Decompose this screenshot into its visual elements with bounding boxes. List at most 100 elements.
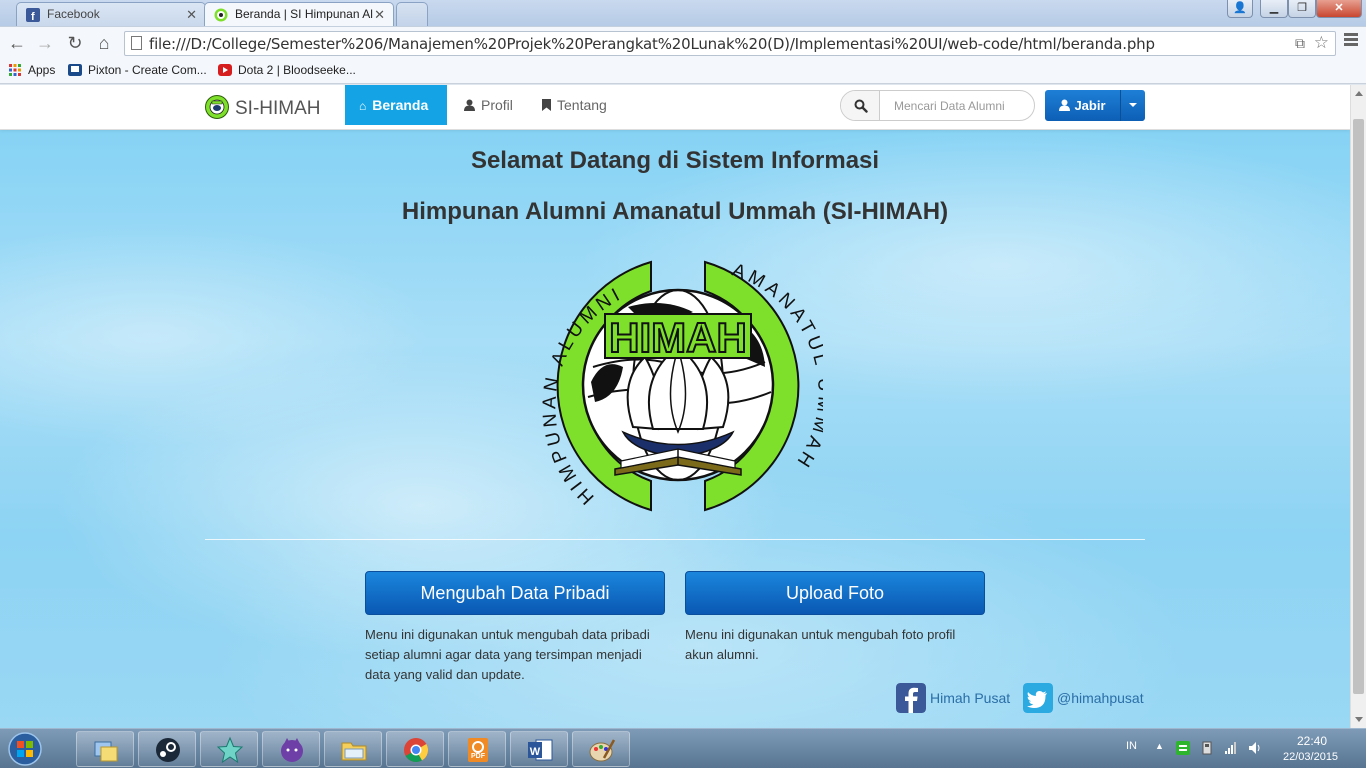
bookmark-icon [542,99,551,111]
dropdown-caret-icon[interactable] [1129,103,1137,107]
facebook-link[interactable]: Himah Pusat [896,683,1010,715]
search-icon [854,99,868,113]
paint-icon [589,739,616,762]
signal-strength-icon[interactable] [1224,741,1238,755]
page-scrollbar[interactable] [1350,85,1366,728]
svg-text:W: W [530,746,541,758]
emblem-center-text: HIMAH [609,314,747,361]
taskbar-folder[interactable] [324,731,382,767]
youtube-icon [218,64,232,76]
himah-logo-icon [205,95,229,119]
divider [205,539,1145,540]
bookmark-dota[interactable]: Dota 2 | Bloodseeke... [218,63,356,77]
tab-title: Beranda | SI Himpunan Al [235,7,373,21]
nav-label: Tentang [557,97,607,113]
bookmark-pixton[interactable]: Pixton - Create Com... [68,63,207,77]
user-name: Jabir [1074,98,1106,113]
taskbar-star-app[interactable] [200,731,258,767]
search-input[interactable] [881,91,1031,120]
pixton-icon [68,64,82,76]
close-tab-icon[interactable]: ✕ [374,7,385,23]
facebook-favicon-icon: f [26,8,40,22]
bookmarks-bar: Apps Pixton - Create Com... Dota 2 | Blo… [0,60,1366,84]
nav-profil[interactable]: Profil [450,85,530,125]
tab-title: Facebook [47,7,100,21]
edit-personal-data-button[interactable]: Mengubah Data Pribadi [365,571,665,615]
scroll-up-arrow-icon[interactable] [1355,91,1363,96]
translate-icon[interactable]: ⧉ [1295,35,1305,52]
site-navbar: SI-HIMAH ⌂ Beranda Profil Tentang Jabir [0,85,1350,130]
search-button[interactable] [841,91,880,120]
taskbar-chrome[interactable] [386,731,444,767]
taskbar-explorer[interactable] [76,731,134,767]
scrollbar-thumb[interactable] [1353,119,1364,694]
facebook-icon [896,683,926,713]
nav-tentang[interactable]: Tentang [528,85,628,125]
browser-menu-icon[interactable] [1344,33,1358,48]
tab-beranda[interactable]: Beranda | SI Himpunan Al ✕ [204,2,394,26]
tray-expand-icon[interactable]: ▲ [1155,741,1164,751]
search-group [840,90,1035,121]
browser-tab-strip: f Facebook ✕ Beranda | SI Himpunan Al ✕ … [0,0,1366,26]
user-button-label[interactable]: Jabir [1045,90,1121,121]
new-tab-button[interactable] [396,2,428,26]
reload-icon[interactable]: ↻ [64,32,86,54]
clock-date[interactable]: 22/03/2015 [1283,751,1338,763]
svg-text:PDF: PDF [471,753,486,760]
taskbar-word[interactable]: W [510,731,568,767]
himah-emblem: HIMPUNAN ALUMNI AMANATUL UMMAH HIMAH [539,260,823,512]
brand[interactable]: SI-HIMAH [205,95,321,120]
bookmark-apps[interactable]: Apps [8,63,55,77]
page-icon [131,36,142,50]
url-text[interactable]: file:///D:/College/Semester%206/Manajeme… [149,35,1155,53]
tray-app-icon[interactable] [1176,741,1190,755]
close-tab-icon[interactable]: ✕ [186,7,197,23]
language-indicator[interactable]: IN [1126,740,1137,752]
taskbar-steam[interactable] [138,731,196,767]
taskbar-pdf[interactable]: PDF [448,731,506,767]
page-title-line-2: Himpunan Alumni Amanatul Ummah (SI-HIMAH… [401,198,949,225]
address-bar[interactable]: file:///D:/College/Semester%206/Manajeme… [124,31,1336,56]
svg-text:f: f [31,11,35,22]
back-arrow-icon[interactable]: ← [6,32,28,54]
twitter-icon [1023,683,1053,713]
windows-start-icon[interactable] [6,731,44,767]
upload-photo-description: Menu ini digunakan untuk mengubah foto p… [685,627,956,662]
taskbar-paint[interactable] [572,731,630,767]
tab-facebook[interactable]: f Facebook ✕ [16,2,206,26]
page-viewport: SI-HIMAH ⌂ Beranda Profil Tentang Jabir [0,85,1350,728]
home-icon: ⌂ [359,99,367,113]
chrome-icon [404,738,429,763]
himah-favicon-icon [214,8,228,22]
steam-icon [156,738,180,762]
nav-label: Beranda [372,97,429,113]
usb-device-icon[interactable] [1200,741,1214,755]
page-title-line-1: Selamat Datang di Sistem Informasi [470,147,880,174]
upload-photo-button[interactable]: Upload Foto [685,571,985,615]
windows-taskbar: PDF W IN ▲ 22:40 22/03/2015 [0,728,1366,768]
user-menu-button[interactable]: Jabir [1045,90,1145,121]
restore-button[interactable]: ❐ [1288,0,1316,18]
profile-icon[interactable]: 👤 [1227,0,1253,18]
brand-name: SI-HIMAH [235,98,321,119]
explorer-icon [94,741,118,762]
taskbar-cat-app[interactable] [262,731,320,767]
bookmark-label: Apps [28,63,56,77]
close-window-button[interactable]: ✕ [1316,0,1362,18]
browser-toolbar: ← → ↻ ⌂ file:///D:/College/Semester%206/… [0,26,1366,60]
nav-label: Profil [481,97,513,113]
scroll-down-arrow-icon[interactable] [1355,717,1363,722]
word-icon: W [528,739,553,761]
clock-time[interactable]: 22:40 [1297,734,1327,748]
volume-icon[interactable] [1248,741,1262,755]
cat-app-icon [281,738,303,762]
twitter-link[interactable]: @himahpusat [1023,683,1144,715]
bookmark-label: Pixton - Create Com... [88,63,207,77]
twitter-label: @himahpusat [1057,690,1144,706]
bookmark-star-icon[interactable]: ☆ [1314,33,1329,53]
home-icon[interactable]: ⌂ [93,32,115,54]
minimize-button[interactable]: ▁ [1260,0,1288,18]
forward-arrow-icon[interactable]: → [34,32,56,54]
edit-personal-data-description: Menu ini digunakan untuk mengubah data p… [365,627,650,682]
nav-beranda[interactable]: ⌂ Beranda [345,85,447,125]
